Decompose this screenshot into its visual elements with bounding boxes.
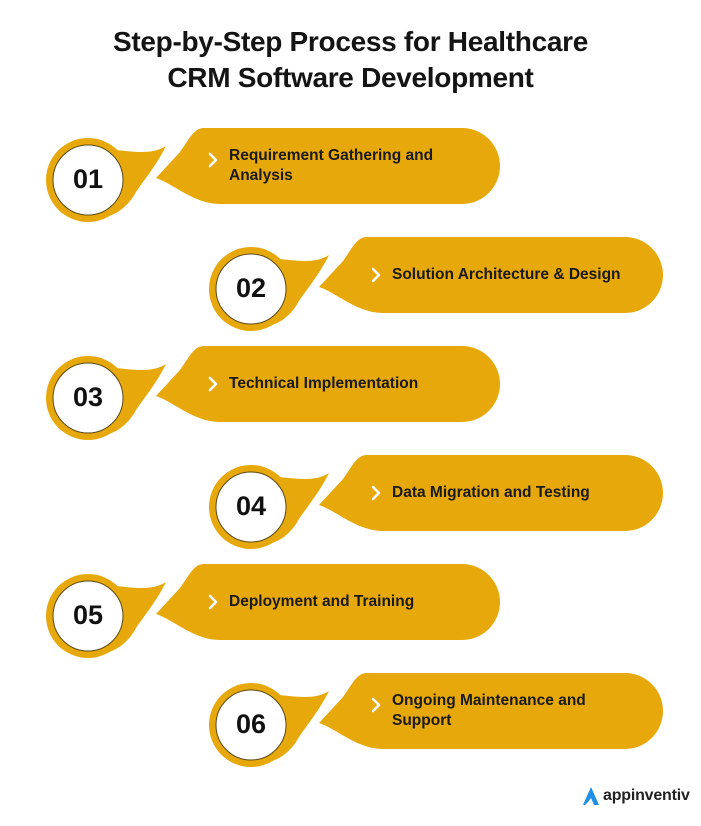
process-step-05: 05 Deployment and Training	[44, 558, 504, 658]
brand-logo: appinventiv	[582, 786, 690, 806]
step-label: Ongoing Maintenance and Support	[392, 691, 586, 731]
step-label-line-2: Analysis	[229, 167, 293, 184]
chevron-right-icon	[371, 267, 381, 283]
appinventiv-logo-icon	[583, 787, 599, 805]
step-number: 01	[72, 164, 104, 194]
step-label-line-1: Deployment and Training	[229, 593, 415, 610]
step-label-line-2: Support	[392, 712, 452, 729]
step-label-line-1: Ongoing Maintenance and	[392, 692, 586, 709]
chevron-right-icon	[371, 697, 381, 713]
chevron-right-icon	[371, 485, 381, 501]
step-label: Deployment and Training	[229, 592, 414, 612]
step-label: Technical Implementation	[229, 374, 418, 394]
step-number: 04	[235, 491, 267, 521]
title-line-1: Step-by-Step Process for Healthcare	[113, 26, 588, 57]
chevron-right-icon	[208, 594, 218, 610]
process-step-06: 06 Ongoing Maintenance and Support	[207, 667, 667, 767]
process-step-03: 03 Technical Implementation	[44, 340, 504, 440]
step-number: 06	[235, 709, 267, 739]
step-label-line-1: Data Migration and Testing	[392, 484, 590, 501]
step-number: 05	[72, 600, 104, 630]
process-step-01: 01 Requirement Gathering and Analysis	[44, 122, 504, 222]
page-title: Step-by-Step Process for Healthcare CRM …	[0, 24, 701, 96]
process-step-02: 02 Solution Architecture & Design	[207, 231, 667, 331]
chevron-right-icon	[208, 152, 218, 168]
step-label: Data Migration and Testing	[392, 483, 590, 503]
step-label-line-1: Requirement Gathering and	[229, 147, 434, 164]
brand-name: appinventiv	[603, 787, 690, 804]
step-number: 02	[235, 273, 267, 303]
step-label: Solution Architecture & Design	[392, 265, 621, 285]
step-label-line-1: Technical Implementation	[229, 375, 419, 392]
step-label-line-1: Solution Architecture & Design	[392, 266, 621, 283]
chevron-right-icon	[208, 376, 218, 392]
title-line-2: CRM Software Development	[167, 62, 534, 93]
step-label: Requirement Gathering and Analysis	[229, 146, 433, 186]
process-step-04: 04 Data Migration and Testing	[207, 449, 667, 549]
step-number: 03	[72, 382, 104, 412]
